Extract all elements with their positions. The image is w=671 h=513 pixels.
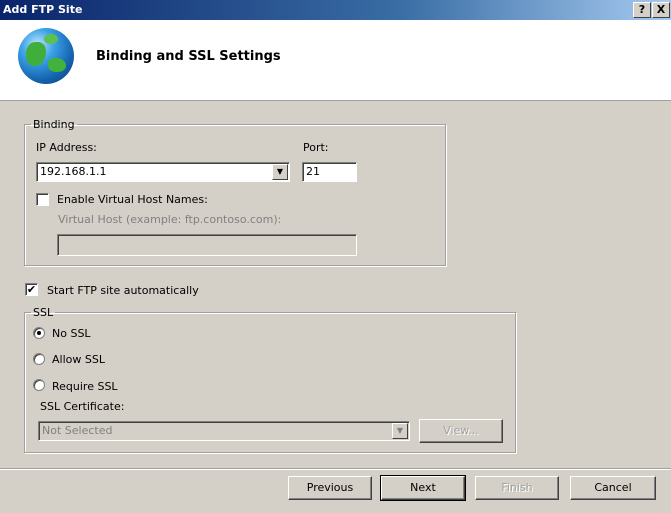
start-ftp-auto-label: Start FTP site automatically <box>47 284 199 297</box>
virtual-host-input[interactable] <box>57 234 357 256</box>
binding-legend: Binding <box>33 118 75 131</box>
cancel-button[interactable]: Cancel <box>570 476 656 500</box>
ssl-certificate-label: SSL Certificate: <box>40 400 125 413</box>
ip-address-dropdown[interactable]: 192.168.1.1 ▼ <box>36 162 290 182</box>
no-ssl-radio[interactable] <box>33 327 45 339</box>
port-label: Port: <box>303 141 329 154</box>
port-input[interactable]: 21 <box>302 162 357 182</box>
ssl-certificate-value: Not Selected <box>42 424 113 437</box>
finish-button[interactable]: Finish <box>475 476 559 500</box>
close-button[interactable]: X <box>652 2 670 18</box>
require-ssl-radio[interactable] <box>33 379 45 391</box>
view-certificate-button[interactable]: View... <box>419 419 503 443</box>
footer-divider <box>0 468 671 470</box>
next-button[interactable]: Next <box>380 475 466 501</box>
allow-ssl-radio[interactable] <box>33 353 45 365</box>
help-button[interactable]: ? <box>633 2 651 18</box>
chevron-down-icon[interactable]: ▼ <box>392 423 408 439</box>
enable-virtual-host-label: Enable Virtual Host Names: <box>57 193 208 206</box>
enable-virtual-host-checkbox[interactable] <box>36 193 49 206</box>
virtual-host-label: Virtual Host (example: ftp.contoso.com): <box>58 213 282 226</box>
previous-button[interactable]: Previous <box>288 476 372 500</box>
title-bar: Add FTP Site ? X <box>0 0 671 20</box>
globe-icon <box>18 28 74 84</box>
page-title: Binding and SSL Settings <box>96 49 281 64</box>
no-ssl-label: No SSL <box>52 327 91 340</box>
ip-address-label: IP Address: <box>36 141 97 154</box>
chevron-down-icon[interactable]: ▼ <box>272 164 288 180</box>
start-ftp-auto-checkbox[interactable]: ✔ <box>25 283 38 296</box>
ssl-certificate-dropdown[interactable]: Not Selected ▼ <box>38 421 410 441</box>
require-ssl-label: Require SSL <box>52 380 118 393</box>
allow-ssl-label: Allow SSL <box>52 353 105 366</box>
ssl-legend: SSL <box>33 306 54 319</box>
window-title: Add FTP Site <box>3 3 83 16</box>
ip-address-value: 192.168.1.1 <box>40 165 107 178</box>
wizard-header: Binding and SSL Settings <box>0 20 671 101</box>
